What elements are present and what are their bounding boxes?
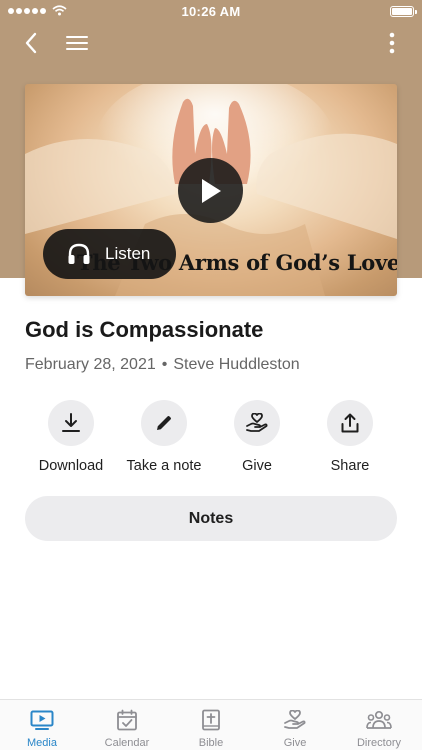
listen-label: Listen [105,244,151,263]
more-options-button[interactable] [382,28,402,58]
action-row: Download Take a note Give Share [0,400,422,480]
calendar-icon [117,709,137,731]
download-icon [62,413,80,432]
sermon-meta: February 28, 2021 • Steve Huddleston [25,356,300,374]
bible-icon [202,709,220,731]
chevron-left-icon [25,32,37,54]
listen-button[interactable]: Listen [43,229,176,279]
tab-directory[interactable]: Directory [337,700,421,750]
hamburger-icon [66,36,88,50]
heart-hand-icon [246,413,268,432]
status-time: 10:26 AM [181,4,241,19]
sermon-artwork: The Two Arms of God’s Love Listen [25,84,397,296]
tab-calendar-label: Calendar [104,737,150,749]
tab-bar: Media Calendar Bible Give Directory [0,699,422,750]
tab-directory-label: Directory [356,737,401,749]
download-button[interactable]: Download [21,400,121,474]
back-button[interactable] [16,28,46,58]
sermon-date: February 28, 2021 [25,356,156,373]
give-button[interactable]: Give [207,400,307,474]
tab-media-label: Media [27,737,57,749]
tab-give-label: Give [283,737,307,749]
tab-bible[interactable]: Bible [169,700,253,750]
people-icon [366,710,392,729]
tab-calendar[interactable]: Calendar [85,700,169,750]
heart-hand-icon [284,710,306,729]
media-icon [30,710,54,730]
give-label: Give [242,458,272,474]
download-label: Download [38,458,104,474]
battery-icon [390,6,417,17]
play-icon [201,178,221,203]
meta-separator: • [161,356,168,373]
tab-media[interactable]: Media [0,700,84,750]
share-icon [341,413,359,433]
headphones-icon [68,243,90,264]
pencil-icon [157,416,171,430]
sermon-speaker: Steve Huddleston [173,356,300,373]
play-button[interactable] [178,158,243,223]
sermon-title: God is Compassionate [25,317,264,342]
status-bar: 10:26 AM [0,0,422,24]
share-button[interactable]: Share [300,400,400,474]
take-note-label: Take a note [126,458,202,474]
notes-button[interactable]: Notes [25,496,397,541]
share-label: Share [330,458,370,474]
menu-button[interactable] [62,28,92,58]
more-vertical-icon [389,32,395,54]
take-note-button[interactable]: Take a note [114,400,214,474]
tab-give[interactable]: Give [253,700,337,750]
tab-bible-label: Bible [198,737,224,749]
